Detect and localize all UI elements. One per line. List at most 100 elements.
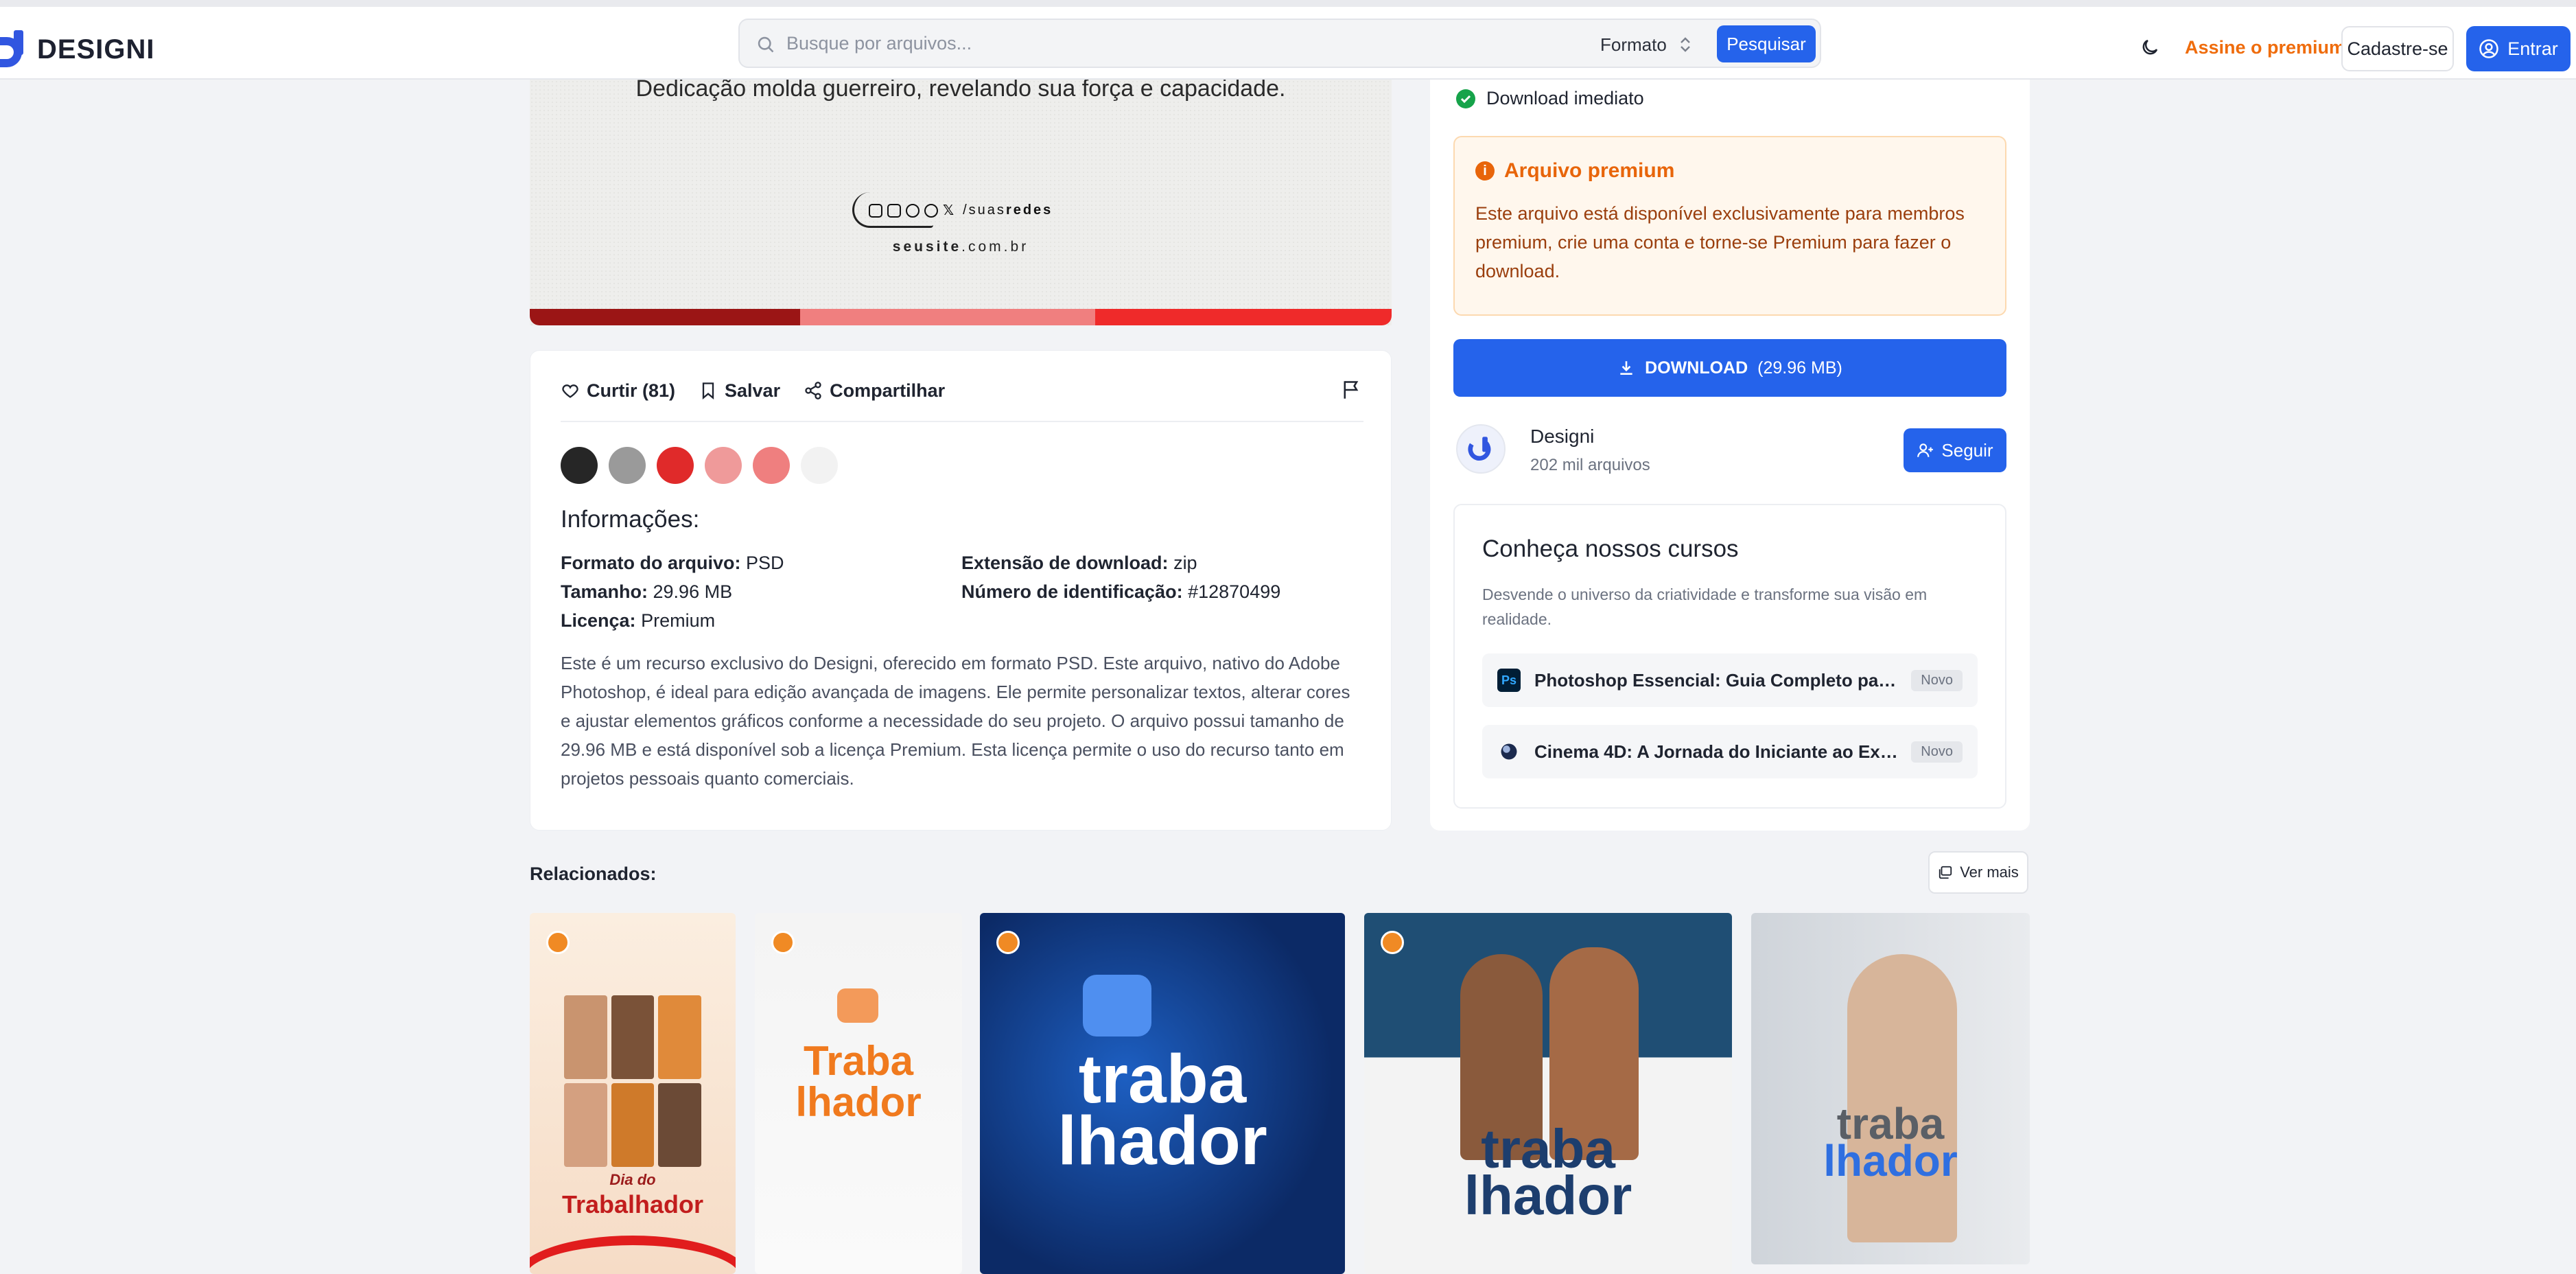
related-heading: Relacionados: (530, 864, 657, 884)
download-icon (1620, 361, 1632, 375)
new-badge: Novo (1911, 670, 1963, 691)
save-label: Salvar (725, 380, 781, 401)
course-item-cinema4d[interactable]: Cinema 4D: A Jornada do Iniciante ao Exp… (1482, 725, 1978, 778)
color-band-segment (1095, 309, 1392, 325)
dark-mode-toggle-icon[interactable] (2140, 37, 2160, 58)
meta-license: Licença: Premium (561, 610, 716, 631)
thumb-line2: lhador (795, 1079, 922, 1125)
file-info-card: Curtir (81) Salvar Compartilhar Informaç… (530, 350, 1392, 831)
social-icons-row: 𝕏 /suasredes (869, 202, 1053, 219)
premium-link[interactable]: Assine o premium (2185, 37, 2345, 58)
login-button-label: Entrar (2507, 38, 2558, 59)
related-thumbnail[interactable]: traba lhador (1364, 913, 1732, 1274)
related-thumbnail[interactable]: traba lhador (1751, 913, 2030, 1264)
follow-label: Seguir (1941, 439, 1993, 461)
threads-icon (924, 203, 938, 218)
preview-site-text: seusite.com.br (892, 239, 1029, 255)
share-button[interactable]: Compartilhar (804, 380, 945, 402)
premium-text: Este arquivo está disponível exclusivame… (1475, 203, 1965, 281)
user-plus-icon (1917, 443, 1934, 457)
format-dropdown[interactable]: Formato (1600, 31, 1693, 58)
decorative-ring (530, 1236, 736, 1274)
thumb-line1: Dia do (609, 1171, 656, 1188)
whatsapp-icon (906, 203, 920, 218)
preview-tagline: Dedicação molda guerreiro, revelando sua… (635, 80, 1286, 102)
person-photo (1847, 954, 1957, 1242)
related-thumbnail[interactable]: Traba lhador (755, 913, 962, 1274)
color-swatch[interactable] (609, 447, 646, 484)
color-swatch[interactable] (705, 447, 742, 484)
premium-badge-icon (771, 931, 795, 954)
bookmark-icon (702, 382, 714, 399)
thumb-line1: traba (1078, 1041, 1247, 1117)
meta-format: Formato do arquivo: PSD (561, 553, 784, 573)
like-button[interactable]: Curtir (81) (561, 380, 675, 402)
premium-badge-icon (996, 931, 1020, 954)
info-heading: Informações: (561, 506, 700, 533)
photo-collage (564, 995, 701, 1167)
facebook-icon (869, 203, 882, 218)
top-header: DESIGNI Formato Pesquisar Assine o premi… (0, 0, 2576, 80)
color-band-segment (530, 309, 800, 325)
see-more-button[interactable]: Ver mais (1928, 851, 2028, 894)
info-icon: i (1475, 161, 1495, 181)
course-name: Photoshop Essencial: Guia Completo para.… (1534, 669, 1898, 691)
designi-logo-icon (1468, 437, 1491, 461)
download-button[interactable]: DOWNLOAD (29.96 MB) (1453, 339, 2006, 397)
color-palette (561, 447, 838, 484)
download-label: DOWNLOAD (1645, 358, 1748, 378)
designi-logo-icon (0, 30, 23, 67)
file-description: Este é um recurso exclusivo do Designi, … (561, 653, 1350, 789)
download-size: (29.96 MB) (1757, 358, 1842, 378)
search-bar: Formato Pesquisar (738, 19, 1821, 68)
related-thumbnail[interactable]: Dia do Trabalhador (530, 913, 736, 1274)
color-swatch[interactable] (753, 447, 790, 484)
thumb-line2: lhador (1823, 1136, 1958, 1185)
login-button[interactable]: Entrar (2466, 26, 2571, 71)
courses-panel: Conheça nossos cursos Desvende o univers… (1453, 504, 2006, 809)
action-bar: Curtir (81) Salvar Compartilhar (561, 370, 945, 411)
like-label: Curtir (81) (587, 380, 676, 401)
premium-badge-icon (1381, 931, 1404, 954)
instagram-icon (887, 203, 901, 218)
thumb-line2: lhador (1057, 1102, 1267, 1179)
report-flag-icon[interactable] (1342, 380, 1361, 400)
meta-extension: Extensão de download: zip (961, 553, 1197, 573)
follow-button[interactable]: Seguir (1904, 428, 2006, 472)
photoshop-icon: Ps (1497, 669, 1521, 692)
see-more-label: Ver mais (1960, 864, 2019, 881)
user-circle-icon (2479, 39, 2498, 58)
divider (561, 421, 1363, 422)
author-file-count: 202 mil arquivos (1530, 456, 1650, 474)
color-swatch[interactable] (657, 447, 694, 484)
gallery-icon (1939, 866, 1952, 879)
x-icon: 𝕏 (943, 203, 955, 218)
related-thumbnail[interactable]: traba lhador (980, 913, 1345, 1274)
author-name[interactable]: Designi (1530, 426, 1594, 448)
brand-name: DESIGNI (37, 34, 155, 65)
thumb-line2: lhador (1464, 1165, 1632, 1226)
search-button[interactable]: Pesquisar (1717, 25, 1816, 62)
instant-download-label: Download imediato (1486, 88, 1644, 108)
meta-id: Número de identificação: #12870499 (961, 581, 1281, 602)
author-avatar[interactable] (1456, 424, 1506, 474)
courses-subtitle: Desvende o universo da criatividade e tr… (1482, 586, 1928, 628)
brand-logo[interactable]: DESIGNI (0, 27, 154, 71)
heart-bubble-icon (1083, 975, 1151, 1036)
color-swatch[interactable] (561, 447, 598, 484)
thumb-line2: Trabalhador (561, 1190, 704, 1218)
premium-title-text: Arquivo premium (1504, 159, 1675, 182)
cinema4d-icon (1497, 740, 1521, 763)
search-input[interactable] (786, 30, 1541, 57)
search-icon (758, 36, 774, 53)
course-name: Cinema 4D: A Jornada do Iniciante ao Exp… (1534, 741, 1898, 762)
heart-bubble-icon (837, 988, 878, 1023)
course-item-photoshop[interactable]: Ps Photoshop Essencial: Guia Completo pa… (1482, 653, 1978, 707)
instant-download-note: Download imediato (1456, 88, 1644, 109)
save-button[interactable]: Salvar (699, 380, 780, 402)
format-dropdown-label: Formato (1600, 34, 1667, 55)
color-band-segment (800, 309, 1095, 325)
premium-badge-icon (546, 931, 570, 954)
color-swatch[interactable] (801, 447, 838, 484)
signup-button[interactable]: Cadastre-se (2341, 26, 2454, 71)
